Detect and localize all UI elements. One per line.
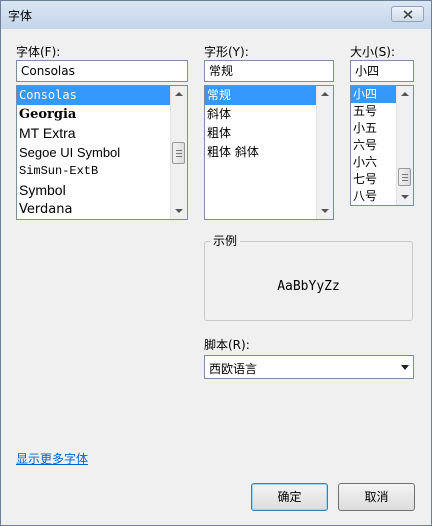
sample-text: AaBbYyZz: [277, 279, 340, 294]
font-item-segoe-ui-symbol[interactable]: Segoe UI Symbol: [17, 143, 170, 162]
font-item-consolas[interactable]: Consolas: [17, 86, 170, 105]
style-list-scrollbar[interactable]: [316, 86, 333, 219]
size-item[interactable]: 六号: [351, 137, 396, 154]
scroll-up-icon[interactable]: [321, 92, 329, 96]
sample-legend: 示例: [210, 232, 241, 249]
font-item-georgia[interactable]: Georgia: [17, 105, 170, 124]
scroll-thumb[interactable]: [398, 168, 411, 186]
size-item[interactable]: 小四: [351, 86, 396, 103]
scroll-up-icon[interactable]: [401, 92, 409, 96]
scroll-up-icon[interactable]: [175, 92, 183, 96]
font-dialog: 字体 字体(F): Consolas Consolas Georgia MT E…: [0, 0, 432, 526]
font-input[interactable]: Consolas: [16, 60, 188, 82]
scroll-down-icon[interactable]: [321, 209, 329, 213]
close-button[interactable]: [391, 6, 424, 22]
cancel-button[interactable]: 取消: [338, 483, 415, 511]
size-list-scrollbar[interactable]: [396, 86, 413, 205]
size-input[interactable]: 小四: [350, 60, 414, 82]
style-item-bold-italic[interactable]: 粗体 斜体: [205, 143, 316, 162]
script-select[interactable]: 西欧语言: [204, 355, 414, 379]
size-item[interactable]: 小五: [351, 120, 396, 137]
style-label: 字形(Y):: [204, 45, 249, 59]
show-more-fonts-link[interactable]: 显示更多字体: [16, 450, 88, 467]
size-item[interactable]: 七号: [351, 171, 396, 188]
font-label: 字体(F):: [16, 45, 61, 59]
script-select-value: 西欧语言: [209, 362, 258, 376]
chevron-down-icon[interactable]: [401, 365, 409, 370]
scroll-down-icon[interactable]: [401, 195, 409, 199]
font-list[interactable]: Consolas Georgia MT Extra Segoe UI Symbo…: [16, 85, 188, 220]
ok-button[interactable]: 确定: [251, 483, 328, 511]
size-item[interactable]: 八号: [351, 188, 396, 205]
size-item[interactable]: 五号: [351, 103, 396, 120]
window-title: 字体: [8, 9, 33, 23]
size-item[interactable]: 小六: [351, 154, 396, 171]
style-item-bold[interactable]: 粗体: [205, 124, 316, 143]
scroll-down-icon[interactable]: [175, 209, 183, 213]
style-item-italic[interactable]: 斜体: [205, 105, 316, 124]
title-bar: 字体: [1, 1, 431, 29]
font-item-mt-extra[interactable]: MT Extra: [17, 124, 170, 143]
font-item-simsun-extb[interactable]: SimSun-ExtB: [17, 162, 170, 181]
font-list-scrollbar[interactable]: [170, 86, 187, 219]
font-item-symbol[interactable]: Symbol: [17, 181, 170, 200]
close-icon: [403, 10, 413, 19]
font-item-verdana[interactable]: Verdana: [17, 200, 170, 219]
style-list[interactable]: 常规 斜体 粗体 粗体 斜体: [204, 85, 334, 220]
scroll-thumb[interactable]: [172, 142, 185, 164]
size-list[interactable]: 小四 五号 小五 六号 小六 七号 八号: [350, 85, 414, 206]
size-label: 大小(S):: [350, 45, 396, 59]
style-item-regular[interactable]: 常规: [205, 86, 316, 105]
script-label: 脚本(R):: [204, 338, 250, 352]
style-input[interactable]: 常规: [204, 60, 334, 82]
